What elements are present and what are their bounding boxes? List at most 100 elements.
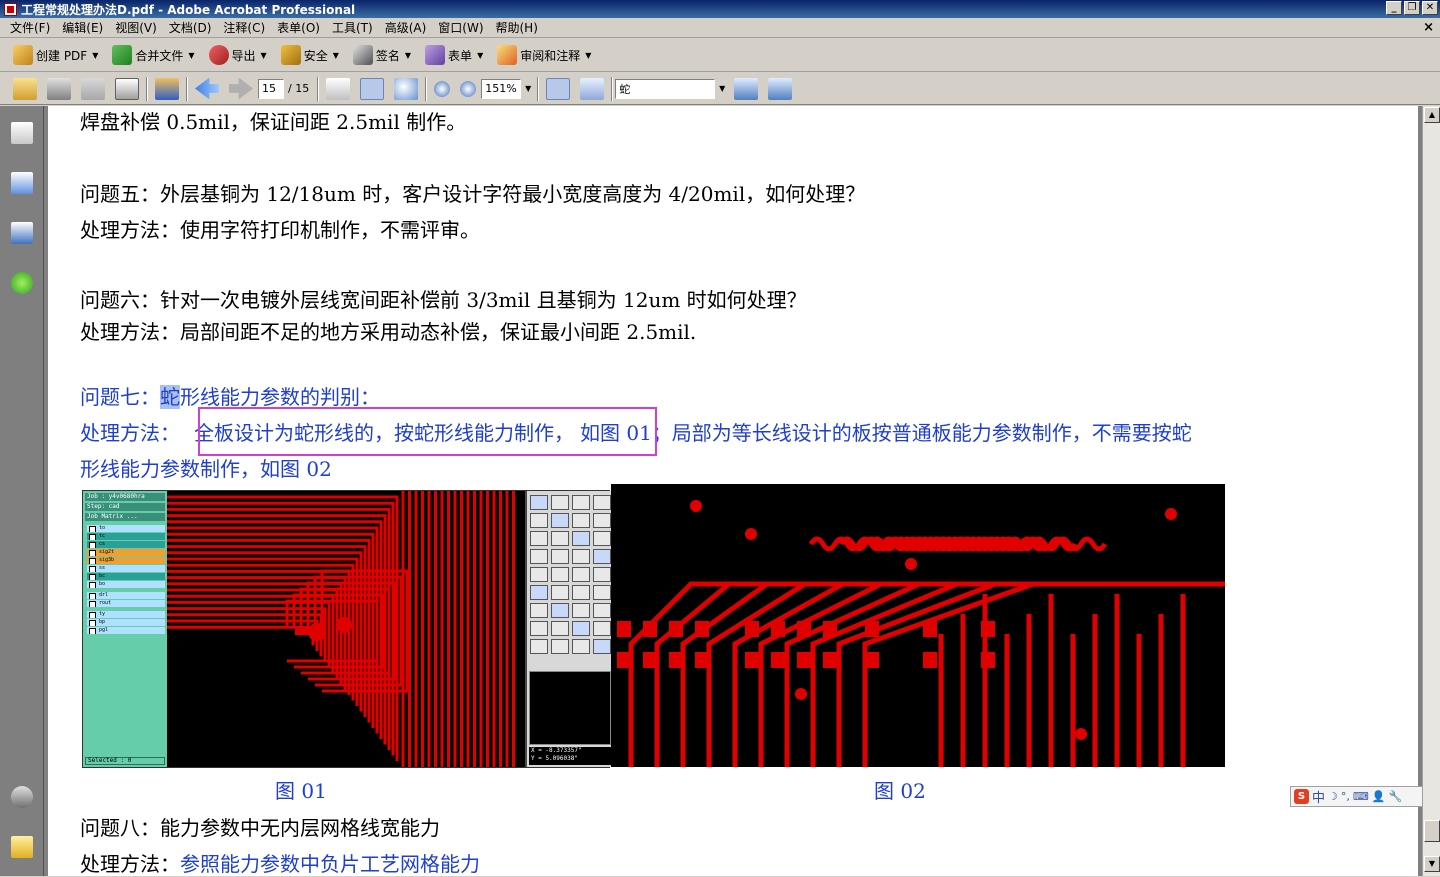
print-icon[interactable]	[47, 77, 71, 100]
save-icon[interactable]	[81, 77, 105, 100]
ime-toolbar[interactable]: S 中 ☽ °, ⌨ 👤 🔧	[1290, 786, 1438, 807]
find-next-icon[interactable]	[768, 77, 793, 100]
window-controls: _ ❐ ✕	[1386, 1, 1438, 15]
tool-cell	[593, 549, 611, 564]
zoom-out-icon[interactable]	[434, 80, 451, 97]
coord-x: X = -8.373357"	[531, 747, 582, 754]
window-title-bar[interactable]: 工程常规处理办法D.pdf - Adobe Acrobat Profession…	[0, 0, 1440, 18]
layer-row: drl	[87, 592, 165, 599]
pcb-pad	[797, 652, 811, 668]
menu-file[interactable]: 文件(F)	[4, 19, 56, 36]
scroll-thumb[interactable]	[1424, 820, 1440, 842]
zoom-dropdown-icon[interactable]: ▼	[521, 79, 535, 99]
scroll-down-button[interactable]: ▼	[1424, 856, 1440, 872]
bookmarks-icon[interactable]	[11, 172, 33, 194]
question-5: 问题五：外层基铜为 12/18um 时，客户设计字符最小宽度高度为 4/20mi…	[80, 182, 866, 206]
search-input[interactable]	[615, 78, 716, 99]
help-icon[interactable]	[11, 272, 33, 294]
figure-01-image: Job : y4v0680hra Step: cad Job Matrix ..…	[82, 490, 611, 768]
pcb-pad	[669, 652, 683, 668]
annotation-box[interactable]	[198, 407, 657, 456]
ime-user-icon[interactable]: 👤	[1372, 790, 1386, 803]
combine-files-button[interactable]: 合并文件 ▼	[105, 42, 201, 68]
coordinate-readout: X = -8.373357" Y = 5.096038"	[529, 747, 611, 765]
previous-page-icon[interactable]	[195, 77, 219, 100]
layer-row: cs	[87, 541, 165, 548]
ime-keyboard-icon[interactable]: ⌨	[1353, 790, 1369, 803]
combine-files-label: 合并文件	[135, 48, 184, 63]
menu-view[interactable]: 视图(V)	[109, 19, 163, 36]
next-page-icon[interactable]	[229, 77, 253, 100]
layer-row: bo	[87, 581, 165, 588]
organizer-icon[interactable]	[155, 77, 179, 100]
forms-button[interactable]: 表单 ▼	[418, 42, 490, 68]
answer-7-label: 处理方法：	[80, 421, 180, 445]
email-icon[interactable]	[115, 77, 139, 100]
answer-8: 处理方法：参照能力参数中负片工艺网格能力	[80, 848, 480, 877]
fit-page-icon[interactable]	[580, 77, 605, 100]
overview-map	[529, 671, 611, 745]
tool-cell	[572, 495, 590, 510]
sogou-logo-icon[interactable]: S	[1294, 789, 1309, 804]
select-text-icon[interactable]	[326, 77, 351, 100]
find-previous-icon[interactable]	[734, 77, 759, 100]
menu-help[interactable]: 帮助(H)	[490, 19, 544, 36]
document-close-button[interactable]: ×	[1423, 20, 1434, 35]
pages-icon[interactable]	[11, 122, 33, 144]
tool-cell	[572, 585, 590, 600]
figure-02-image	[611, 484, 1225, 767]
secure-button[interactable]: 安全 ▼	[274, 42, 346, 68]
continuous-page-icon[interactable]	[546, 77, 571, 100]
search-hit-highlight: 蛇	[160, 385, 180, 409]
minimize-button[interactable]: _	[1386, 1, 1402, 15]
tool-cell	[551, 513, 569, 528]
search-dropdown-icon[interactable]: ▼	[715, 79, 729, 99]
pcb-routing-drawing	[611, 484, 1225, 767]
menu-window[interactable]: 窗口(W)	[432, 19, 489, 36]
signatures-icon[interactable]	[11, 222, 33, 244]
review-comment-button[interactable]: 审阅和注释 ▼	[490, 42, 598, 68]
attachments-icon[interactable]	[11, 786, 33, 808]
pcb-pad	[865, 652, 879, 668]
menu-tools[interactable]: 工具(T)	[326, 19, 379, 36]
comments-icon[interactable]	[11, 836, 33, 858]
ime-settings-icon[interactable]: 🔧	[1388, 790, 1402, 803]
menu-bar: 文件(F) 编辑(E) 视图(V) 文档(D) 注释(C) 表单(O) 工具(T…	[0, 18, 1440, 38]
vertical-scrollbar[interactable]: ▲ ▼	[1422, 106, 1440, 876]
layer-row: sig2t	[87, 549, 165, 556]
menu-advanced[interactable]: 高级(A)	[379, 19, 433, 36]
menu-edit[interactable]: 编辑(E)	[56, 19, 109, 36]
open-folder-icon[interactable]	[13, 77, 37, 100]
tool-cell	[551, 621, 569, 636]
forms-icon	[425, 45, 446, 65]
answer-5: 处理方法：使用字符打印机制作，不需评审。	[80, 218, 480, 242]
zoom-in-icon[interactable]	[460, 80, 477, 97]
restore-button[interactable]: ❐	[1404, 1, 1420, 15]
menu-document[interactable]: 文档(D)	[163, 19, 218, 36]
layer-row: ss	[87, 565, 165, 572]
serpentine-trace-canvas	[167, 491, 525, 767]
tool-cell	[572, 531, 590, 546]
pcb-pad	[823, 621, 837, 637]
tool-cell	[530, 495, 548, 510]
menu-forms[interactable]: 表单(O)	[271, 19, 326, 36]
ime-language[interactable]: 中	[1312, 787, 1325, 806]
page-number-input[interactable]	[258, 78, 284, 99]
answer-6: 处理方法：局部间距不足的地方采用动态补偿，保证最小间距 2.5mil.	[80, 320, 697, 344]
zoom-level-input[interactable]	[481, 78, 522, 99]
figure-02-caption: 图 02	[874, 779, 926, 803]
pdf-page: 焊盘补偿 0.5mil，保证间距 2.5mil 制作。 问题五：外层基铜为 12…	[48, 106, 1418, 876]
sign-label: 签名	[375, 48, 400, 63]
document-view[interactable]: 焊盘补偿 0.5mil，保证间距 2.5mil 制作。 问题五：外层基铜为 12…	[44, 106, 1422, 876]
create-pdf-button[interactable]: 创建 PDF ▼	[6, 42, 105, 68]
hand-tool-icon[interactable]	[360, 77, 385, 100]
export-button[interactable]: 导出 ▼	[202, 42, 274, 68]
sign-button[interactable]: 签名 ▼	[346, 42, 418, 68]
menu-comments[interactable]: 注释(C)	[217, 19, 271, 36]
ime-punctuation-icon[interactable]: °,	[1341, 790, 1350, 803]
zoom-tool-icon[interactable]	[394, 77, 419, 100]
pcb-pad	[669, 621, 683, 637]
close-button[interactable]: ✕	[1422, 1, 1438, 15]
scroll-up-button[interactable]: ▲	[1424, 107, 1440, 123]
ime-moon-icon[interactable]: ☽	[1328, 790, 1338, 803]
